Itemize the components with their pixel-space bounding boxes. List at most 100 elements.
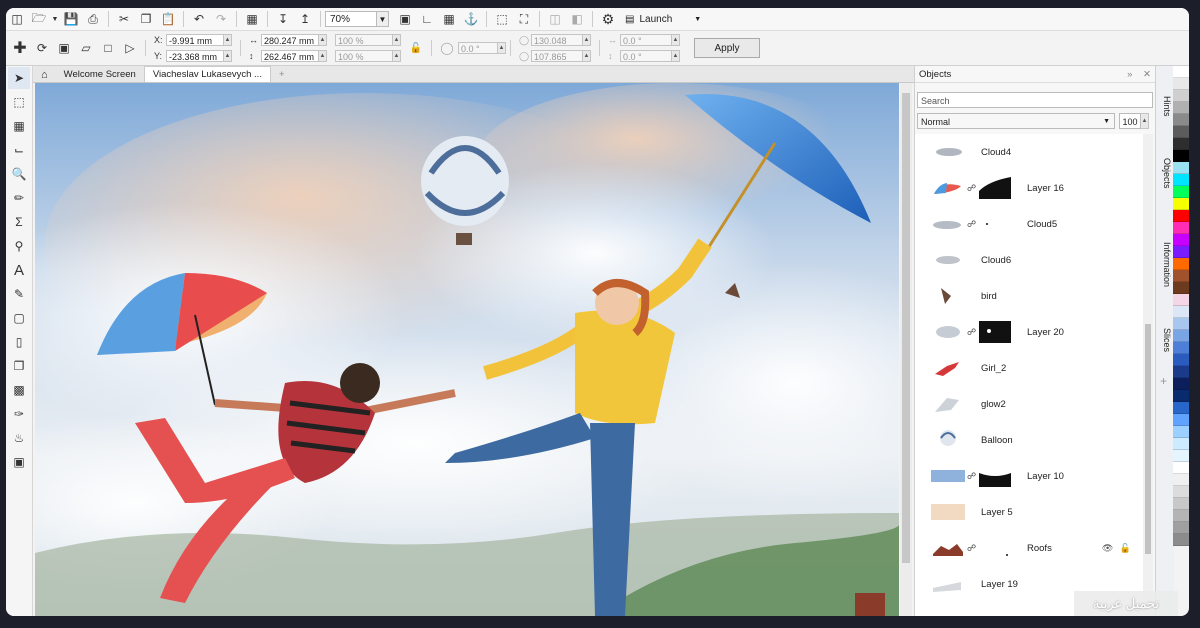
show-grid-icon[interactable]: ▦	[439, 10, 459, 28]
x-spinner[interactable]: ▲	[224, 34, 232, 46]
apply-button[interactable]: Apply	[694, 38, 760, 58]
show-rulers-icon[interactable]: ∟	[417, 10, 437, 28]
scale-icon[interactable]: ▣	[54, 39, 74, 57]
gear-icon[interactable]: ⚙	[598, 10, 618, 28]
rectangle-tool-icon[interactable]: ▢	[8, 307, 30, 329]
color-swatch[interactable]	[1173, 498, 1189, 510]
color-swatch[interactable]	[1173, 126, 1189, 138]
color-swatch[interactable]	[1173, 510, 1189, 522]
list-item[interactable]: ☍ Layer 16	[915, 170, 1143, 206]
color-swatch[interactable]	[1173, 102, 1189, 114]
collapse-docker-icon[interactable]: »	[1127, 69, 1132, 80]
color-swatch[interactable]	[1173, 474, 1189, 486]
height-spinner[interactable]: ▲	[319, 50, 327, 62]
color-swatch[interactable]	[1173, 270, 1189, 282]
mask-transform-icon[interactable]: ▦	[8, 115, 30, 137]
center-y-spinner[interactable]: ▲	[583, 50, 591, 62]
import-icon[interactable]: ↧	[273, 10, 293, 28]
skew-h-input[interactable]: 0.0 °	[620, 34, 672, 46]
undo-icon[interactable]: ↶	[189, 10, 209, 28]
color-swatch[interactable]	[1173, 354, 1189, 366]
scale-y-input[interactable]: 100 %	[335, 50, 393, 62]
color-swatch[interactable]	[1173, 306, 1189, 318]
paint-tool-icon[interactable]: ✎	[8, 283, 30, 305]
zoom-level-input[interactable]: 70%	[325, 11, 377, 27]
tab-objects[interactable]: Objects	[1158, 158, 1172, 189]
canvas[interactable]	[35, 83, 899, 616]
color-swatch[interactable]	[1173, 78, 1189, 90]
center-x-input[interactable]: 130.048 mm	[531, 34, 583, 58]
tab-welcome-screen[interactable]: Welcome Screen	[56, 67, 144, 82]
text-tool-icon[interactable]: A	[8, 259, 30, 281]
y-spinner[interactable]: ▲	[224, 50, 232, 62]
search-content-icon[interactable]: ▦	[242, 10, 262, 28]
redo-icon[interactable]: ↷	[211, 10, 231, 28]
distort-icon[interactable]: □	[98, 39, 118, 57]
color-swatch[interactable]	[1173, 210, 1189, 222]
color-swatch[interactable]	[1173, 222, 1189, 234]
chevron-down-icon[interactable]: ▼	[51, 10, 59, 28]
eraser-tool-icon[interactable]: ▯	[8, 331, 30, 353]
color-swatch[interactable]	[1173, 378, 1189, 390]
color-swatch[interactable]	[1173, 414, 1189, 426]
height-input[interactable]: 262.467 mm	[261, 50, 319, 62]
color-swatch[interactable]	[1173, 90, 1189, 102]
color-swatch[interactable]	[1173, 150, 1189, 162]
blend-mode-select[interactable]: Normal ▼	[917, 113, 1115, 129]
color-swatch[interactable]	[1173, 450, 1189, 462]
color-swatch[interactable]	[1173, 138, 1189, 150]
color-swatch[interactable]	[1173, 294, 1189, 306]
eye-icon[interactable]: 👁	[1102, 543, 1113, 553]
color-swatch[interactable]	[1173, 522, 1189, 534]
color-swatch[interactable]	[1173, 342, 1189, 354]
paste-icon[interactable]: 📋	[158, 10, 178, 28]
color-swatch[interactable]	[1173, 234, 1189, 246]
cut-icon[interactable]: ✂	[114, 10, 134, 28]
skew-v-spinner[interactable]: ▲	[672, 50, 680, 62]
color-swatch[interactable]	[1173, 66, 1189, 78]
color-swatch[interactable]	[1173, 438, 1189, 450]
color-swatch[interactable]	[1173, 486, 1189, 498]
scale-x-spinner[interactable]: ▲	[393, 34, 401, 46]
tab-slices[interactable]: Slices	[1158, 328, 1172, 352]
y-position-input[interactable]: -23.368 mm	[166, 50, 224, 62]
zoom-tool-icon[interactable]: 🔍	[8, 163, 30, 185]
color-swatch[interactable]	[1173, 258, 1189, 270]
list-item[interactable]: glow2	[915, 386, 1143, 422]
perspective-icon[interactable]: ▷	[120, 39, 140, 57]
mask-overlay-icon[interactable]: ◫	[545, 10, 565, 28]
move-icon[interactable]: ✚	[10, 39, 30, 57]
new-document-icon[interactable]: ◫	[7, 10, 27, 28]
skew-h-spinner[interactable]: ▲	[672, 34, 680, 46]
close-icon[interactable]: ✕	[1143, 69, 1151, 80]
skew-icon[interactable]: ▱	[76, 39, 96, 57]
rectangle-mask-icon[interactable]: ⬚	[8, 91, 30, 113]
list-item[interactable]: ☍ Roofs 👁 🔓	[915, 530, 1143, 566]
color-swatch[interactable]	[1173, 174, 1189, 186]
color-swatch[interactable]	[1173, 534, 1189, 546]
opacity-input[interactable]: 100	[1119, 113, 1141, 129]
list-item[interactable]: Girl_2	[915, 350, 1143, 386]
color-swatch[interactable]	[1173, 330, 1189, 342]
crop-mask-icon[interactable]: ⛶	[514, 10, 534, 28]
width-input[interactable]: 280.247 mm	[261, 34, 319, 46]
x-position-input[interactable]: -9.991 mm	[166, 34, 224, 46]
objects-search-input[interactable]: Search	[917, 92, 1153, 108]
snap-icon[interactable]: ⚓	[461, 10, 481, 28]
scrollbar-thumb[interactable]	[1145, 324, 1151, 554]
lock-ratio-icon[interactable]: 🔓	[406, 39, 426, 57]
zoom-dropdown-icon[interactable]: ▼	[377, 11, 389, 27]
color-swatch[interactable]	[1173, 186, 1189, 198]
copy-icon[interactable]: ❐	[136, 10, 156, 28]
list-item[interactable]: Cloud6	[915, 242, 1143, 278]
invert-mask-icon[interactable]: ◧	[567, 10, 587, 28]
color-swatch[interactable]	[1173, 402, 1189, 414]
tab-document[interactable]: Viacheslav Lukasevych ...	[143, 66, 271, 82]
brush-mask-icon[interactable]: ⚲	[8, 235, 30, 257]
add-tab-icon[interactable]: +	[271, 67, 293, 82]
color-swatch[interactable]	[1173, 462, 1189, 474]
width-spinner[interactable]: ▲	[319, 34, 327, 46]
tab-hints[interactable]: Hints	[1158, 96, 1172, 117]
link-icon[interactable]: ☍	[967, 219, 976, 230]
crop-tool-icon[interactable]: ⌙	[8, 139, 30, 161]
